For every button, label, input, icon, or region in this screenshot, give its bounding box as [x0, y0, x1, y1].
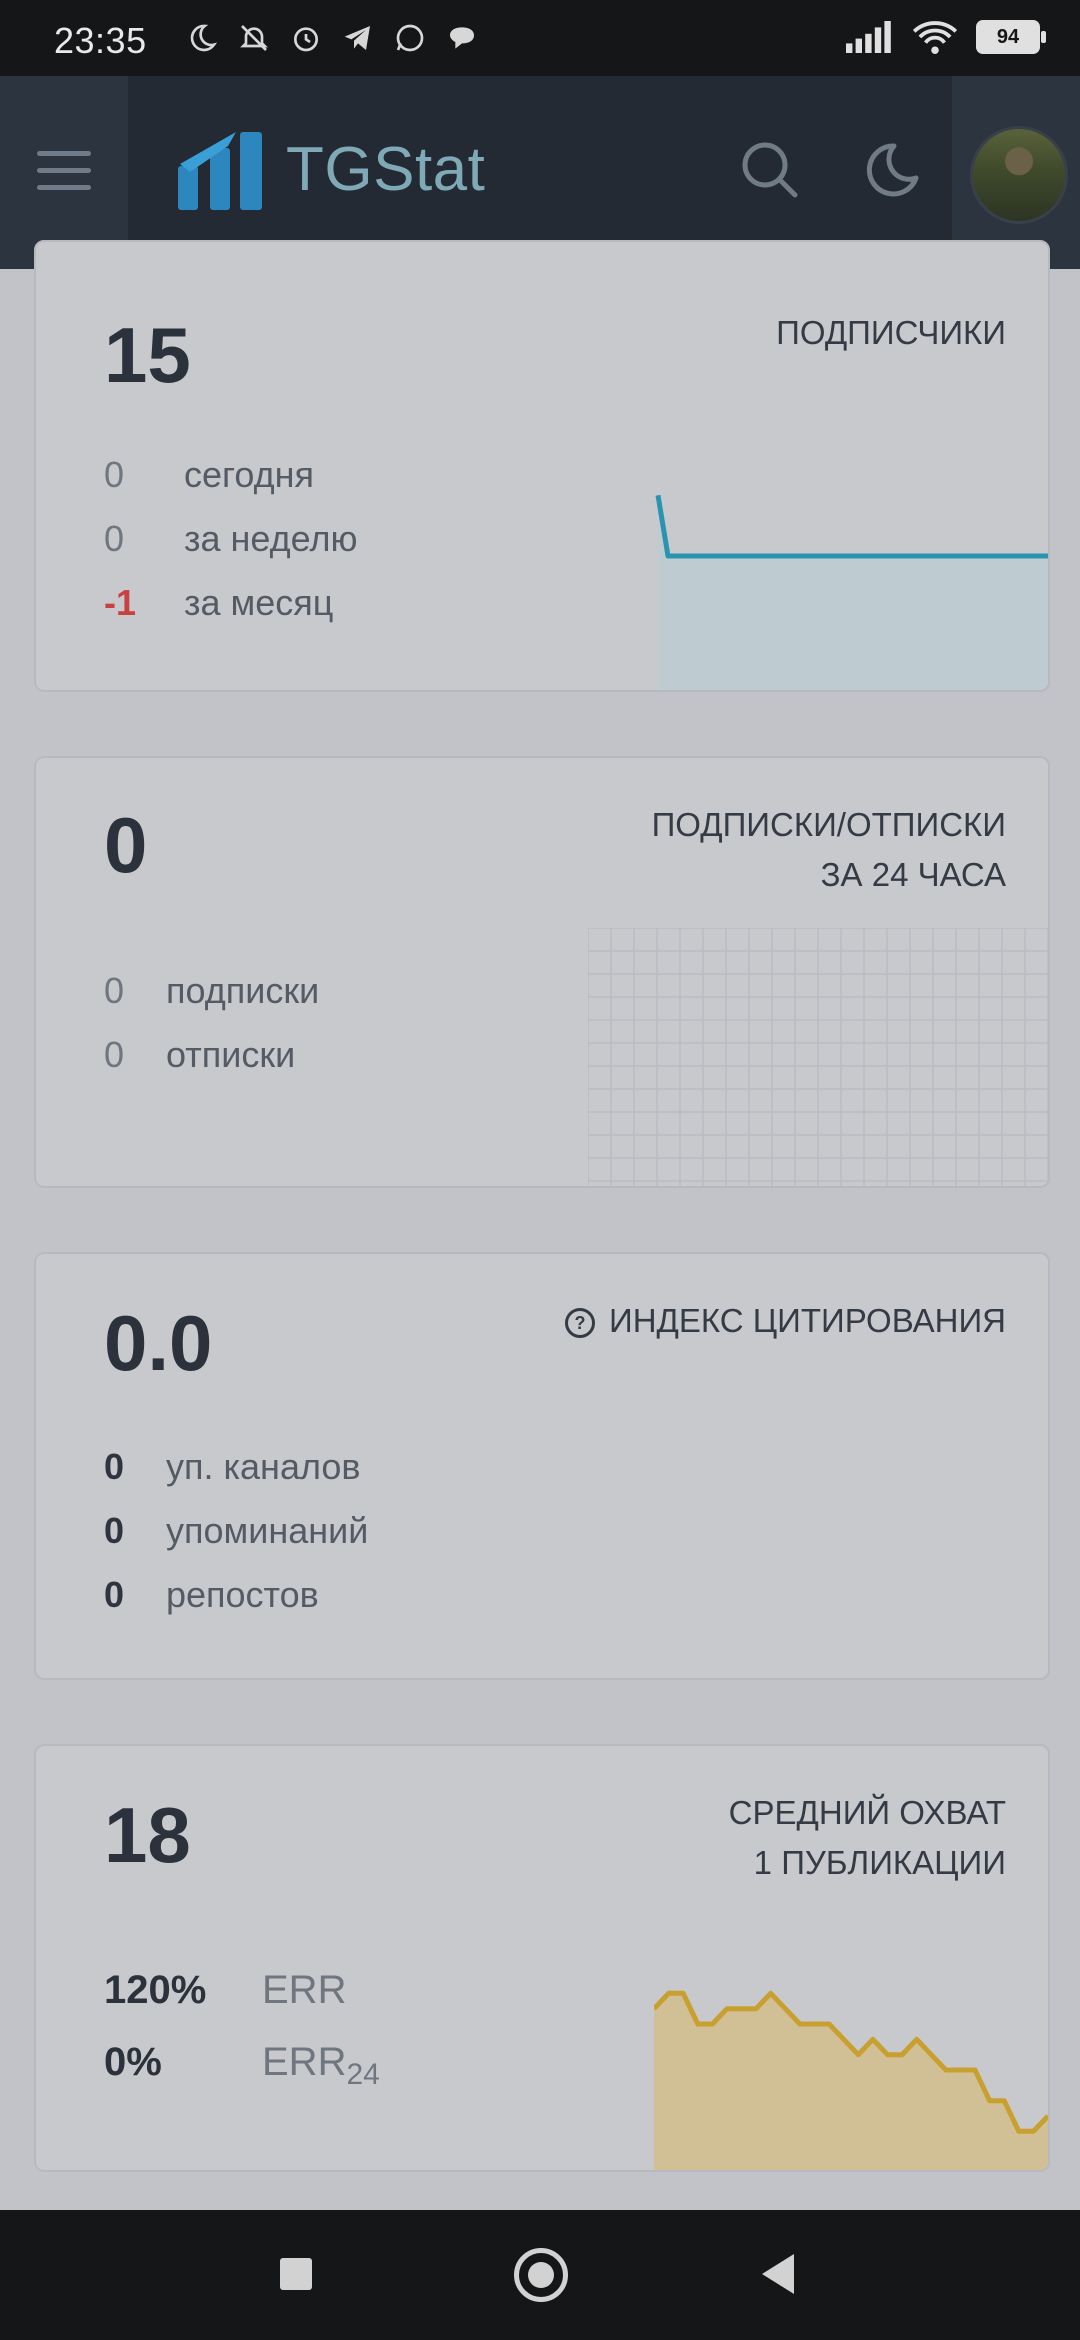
- err-value: 120%: [104, 1968, 207, 2012]
- logo-icon[interactable]: [176, 128, 266, 212]
- stat-value: 0: [104, 1574, 125, 1615]
- stat-label: за месяц: [184, 582, 334, 623]
- telegram-icon: [344, 26, 370, 50]
- stat-label: подписки: [166, 970, 320, 1011]
- err-label: ERR: [262, 1968, 347, 2012]
- reach-title-line1: СРЕДНИЙ ОХВАТ: [728, 1794, 1006, 1831]
- subs24-title-line2: ЗА 24 ЧАСА: [820, 856, 1006, 893]
- reach-title: СРЕДНИЙ ОХВАТ 1 ПУБЛИКАЦИИ: [729, 1788, 1006, 1888]
- err24-sub: 24: [346, 2058, 380, 2091]
- subscribers-area: [658, 495, 1048, 690]
- stat-value: 0: [104, 1510, 125, 1551]
- subscribers-chart: [655, 494, 1048, 690]
- stat-value: 0: [104, 1034, 125, 1075]
- status-time: 23:35: [54, 20, 147, 61]
- chat-icon: [450, 27, 474, 49]
- reach-card: 18 СРЕДНИЙ ОХВАТ 1 ПУБЛИКАЦИИ 120% ERR 0%…: [34, 1744, 1050, 2172]
- alarm-icon: [294, 27, 318, 52]
- citation-card: 0.0 ? ИНДЕКС ЦИТИРОВАНИЯ 0 уп. каналов 0 уп…: [34, 1252, 1050, 1680]
- subscribers-title: ПОДПИСЧИКИ: [776, 314, 1006, 351]
- reach-value: 18: [104, 1791, 191, 1879]
- status-right: 94: [846, 20, 1046, 54]
- stat-value: 0: [104, 454, 125, 495]
- stat-row: 0 сегодня: [104, 454, 314, 496]
- stat-row: 0 упоминаний: [104, 1510, 368, 1552]
- stat-row: -1 за месяц: [104, 582, 333, 624]
- recents-button[interactable]: [280, 2258, 312, 2290]
- home-button[interactable]: [514, 2248, 568, 2302]
- stat-value: 0: [104, 518, 125, 559]
- help-icon[interactable]: ?: [564, 1308, 595, 1339]
- stat-value: 0: [104, 970, 125, 1011]
- avatar: [970, 126, 1068, 224]
- subs24-count: 0: [104, 801, 148, 889]
- stat-row: 0 репостов: [104, 1574, 319, 1616]
- menu-icon: [37, 151, 91, 191]
- subscribers-line: [655, 494, 1048, 559]
- subs24-title: ПОДПИСКИ/ОТПИСКИ ЗА 24 ЧАСА: [652, 800, 1006, 900]
- stat-value: -1: [104, 582, 137, 623]
- stat-label: за неделю: [184, 518, 358, 559]
- err24-value: 0%: [104, 2040, 162, 2084]
- stat-row: 0 отписки: [104, 1034, 295, 1076]
- notification-icons: [186, 22, 478, 54]
- citation-title[interactable]: ? ИНДЕКС ЦИТИРОВАНИЯ: [564, 1296, 1006, 1346]
- stat-label: сегодня: [184, 454, 314, 495]
- err24-row: 0% ERR24: [104, 2040, 380, 2092]
- stat-row: 0 уп. каналов: [104, 1446, 361, 1488]
- citation-title-text: ИНДЕКС ЦИТИРОВАНИЯ: [608, 1302, 1006, 1339]
- status-bar: 23:35 94: [0, 0, 1080, 76]
- subscribers-card: 15 ПОДПИСЧИКИ 0 сегодня 0 за неделю -1 за м…: [34, 240, 1050, 692]
- whatsapp-icon: [396, 24, 424, 52]
- citation-index: 0.0: [104, 1299, 213, 1387]
- back-button[interactable]: [762, 2254, 794, 2294]
- subs24-card: 0 ПОДПИСКИ/ОТПИСКИ ЗА 24 ЧАСА 0 подписки …: [34, 756, 1050, 1188]
- stat-label: уп. каналов: [166, 1446, 361, 1487]
- reach-title-line2: 1 ПУБЛИКАЦИИ: [753, 1844, 1006, 1881]
- battery-icon: 94: [976, 20, 1046, 54]
- err-row: 120% ERR: [104, 1968, 346, 2013]
- stat-label: отписки: [166, 1034, 296, 1075]
- signal-icon: [846, 21, 891, 53]
- brand-name[interactable]: TGStat: [286, 134, 485, 205]
- subscribers-count: 15: [104, 311, 191, 399]
- subs24-chart-grid: [588, 928, 1048, 1186]
- system-nav-bar: [0, 2210, 1080, 2340]
- reach-chart: [654, 1990, 1048, 2170]
- bell-off-icon: [240, 25, 268, 51]
- moon-icon: [190, 24, 218, 52]
- stat-label: упоминаний: [166, 1510, 369, 1551]
- subs24-title-line1: ПОДПИСКИ/ОТПИСКИ: [651, 806, 1006, 843]
- search-icon[interactable]: [740, 140, 800, 200]
- err24-label: ERR24: [262, 2040, 380, 2091]
- stat-value: 0: [104, 1446, 125, 1487]
- moon-icon[interactable]: [860, 140, 920, 200]
- stat-row: 0 подписки: [104, 970, 319, 1012]
- stat-label: репостов: [166, 1574, 319, 1615]
- stat-row: 0 за неделю: [104, 518, 357, 560]
- wifi-icon: [912, 21, 958, 54]
